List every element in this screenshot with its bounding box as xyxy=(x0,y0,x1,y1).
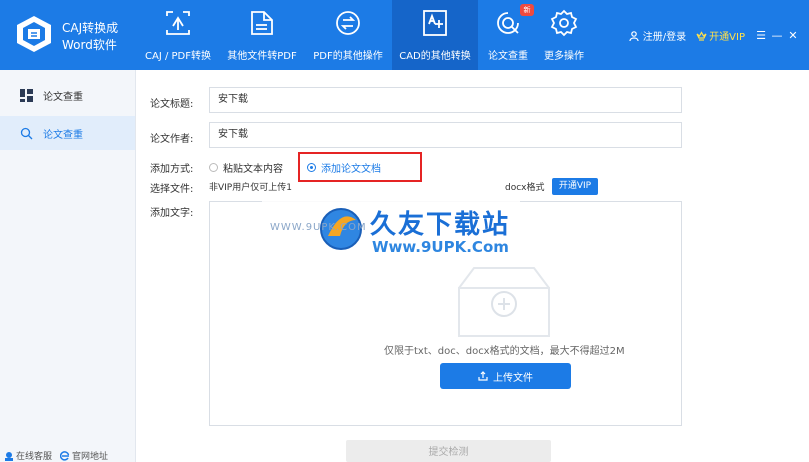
author-label: 论文作者: xyxy=(150,134,194,145)
grid-icon xyxy=(20,88,33,102)
nav-label: CAD的其他转换 xyxy=(399,51,471,62)
title-input[interactable]: 安下载 xyxy=(209,87,682,113)
new-badge: 新 xyxy=(520,4,534,16)
radio-paste-text[interactable]: 粘贴文本内容 xyxy=(209,160,283,175)
gear-icon xyxy=(550,9,578,37)
open-vip-button[interactable]: 开通VIP xyxy=(552,178,598,195)
author-input[interactable]: 安下载 xyxy=(209,122,682,148)
sidebar-item-label: 论文查重 xyxy=(43,91,83,103)
nav-caj-pdf[interactable]: CAJ / PDF转换 xyxy=(138,0,218,70)
highlight-box xyxy=(298,152,422,182)
upload-icon xyxy=(478,371,488,381)
nav-label: 其他文件转PDF xyxy=(227,51,297,62)
nav-label: 论文查重 xyxy=(488,51,528,62)
sidebar: 论文查重 论文查重 在线客服 官网地址 xyxy=(0,70,136,462)
upload-illustration-icon xyxy=(458,267,550,337)
nav-paper-check[interactable]: 新 论文查重 xyxy=(480,0,536,70)
user-icon xyxy=(629,30,639,41)
app-logo-icon xyxy=(17,16,51,52)
upload-hint: 仅限于txt、doc、docx格式的文档，最大不得超过2M xyxy=(384,346,625,357)
service-icon xyxy=(5,451,13,461)
file-note-end: docx格式 xyxy=(505,183,545,193)
file-to-pdf-icon xyxy=(251,11,273,35)
paper-check-icon xyxy=(497,12,519,34)
upload-file-button[interactable]: 上传文件 xyxy=(440,363,571,389)
pdf-operations-icon xyxy=(336,11,360,35)
search-icon xyxy=(20,127,33,139)
menu-icon[interactable]: ☰ xyxy=(755,29,767,42)
website-label: 官网地址 xyxy=(72,452,109,462)
title-label: 论文标题: xyxy=(150,99,194,110)
close-icon[interactable]: ✕ xyxy=(787,29,799,42)
file-label: 选择文件: xyxy=(150,184,194,195)
caj-pdf-convert-icon xyxy=(166,11,190,35)
sidebar-footer: 在线客服 官网地址 xyxy=(4,449,108,462)
vip-link-label: 开通VIP xyxy=(709,32,745,43)
nav-more-operations[interactable]: 更多操作 xyxy=(538,0,590,70)
watermark-brand: 久友下载站 xyxy=(370,210,511,240)
radio-paste-dot[interactable] xyxy=(209,163,218,172)
watermark-url: Www.9UPK.Com xyxy=(372,238,509,256)
top-bar: CAJ转换成 Word软件 CAJ / PDF转换 其他文件转PDF PDF的其… xyxy=(0,0,809,70)
nav-cad-convert[interactable]: CAD的其他转换 xyxy=(392,0,478,70)
add-text-label: 添加文字: xyxy=(150,208,194,219)
watermark-url-small: WWW.9UPK.COM xyxy=(270,222,367,233)
top-right-controls: 注册/登录 开通VIP ☰ — ✕ xyxy=(629,28,799,43)
nav-label: 更多操作 xyxy=(544,51,584,62)
minimize-icon[interactable]: — xyxy=(771,29,783,42)
online-service-label: 在线客服 xyxy=(16,452,53,462)
radio-paste-label: 粘贴文本内容 xyxy=(223,164,283,175)
cad-convert-icon xyxy=(423,10,447,36)
sidebar-item-label: 论文查重 xyxy=(43,129,83,141)
nav-label: CAJ / PDF转换 xyxy=(145,51,211,62)
app-name: CAJ转换成 Word软件 xyxy=(62,20,118,54)
online-service-link[interactable]: 在线客服 xyxy=(4,449,52,462)
method-label: 添加方式: xyxy=(150,164,194,175)
upload-button-label: 上传文件 xyxy=(493,372,533,384)
website-link[interactable]: 官网地址 xyxy=(60,449,108,462)
nav-pdf-operations[interactable]: PDF的其他操作 xyxy=(307,0,389,70)
nav-label: PDF的其他操作 xyxy=(313,51,383,62)
nav-file-to-pdf[interactable]: 其他文件转PDF xyxy=(220,0,304,70)
crown-icon xyxy=(696,30,707,41)
submit-check-button[interactable]: 提交检测 xyxy=(346,440,551,462)
vip-link[interactable]: 开通VIP xyxy=(696,28,745,43)
sidebar-item-paper-check[interactable]: 论文查重 xyxy=(0,116,135,150)
app-name-line2: Word软件 xyxy=(62,38,117,52)
app-name-line1: CAJ转换成 xyxy=(62,21,119,35)
sidebar-item-paper-check-header[interactable]: 论文查重 xyxy=(0,78,135,112)
file-note-start: 非VIP用户仅可上传1 xyxy=(209,183,292,193)
browser-icon xyxy=(60,450,70,461)
login-link[interactable]: 注册/登录 xyxy=(643,28,686,43)
